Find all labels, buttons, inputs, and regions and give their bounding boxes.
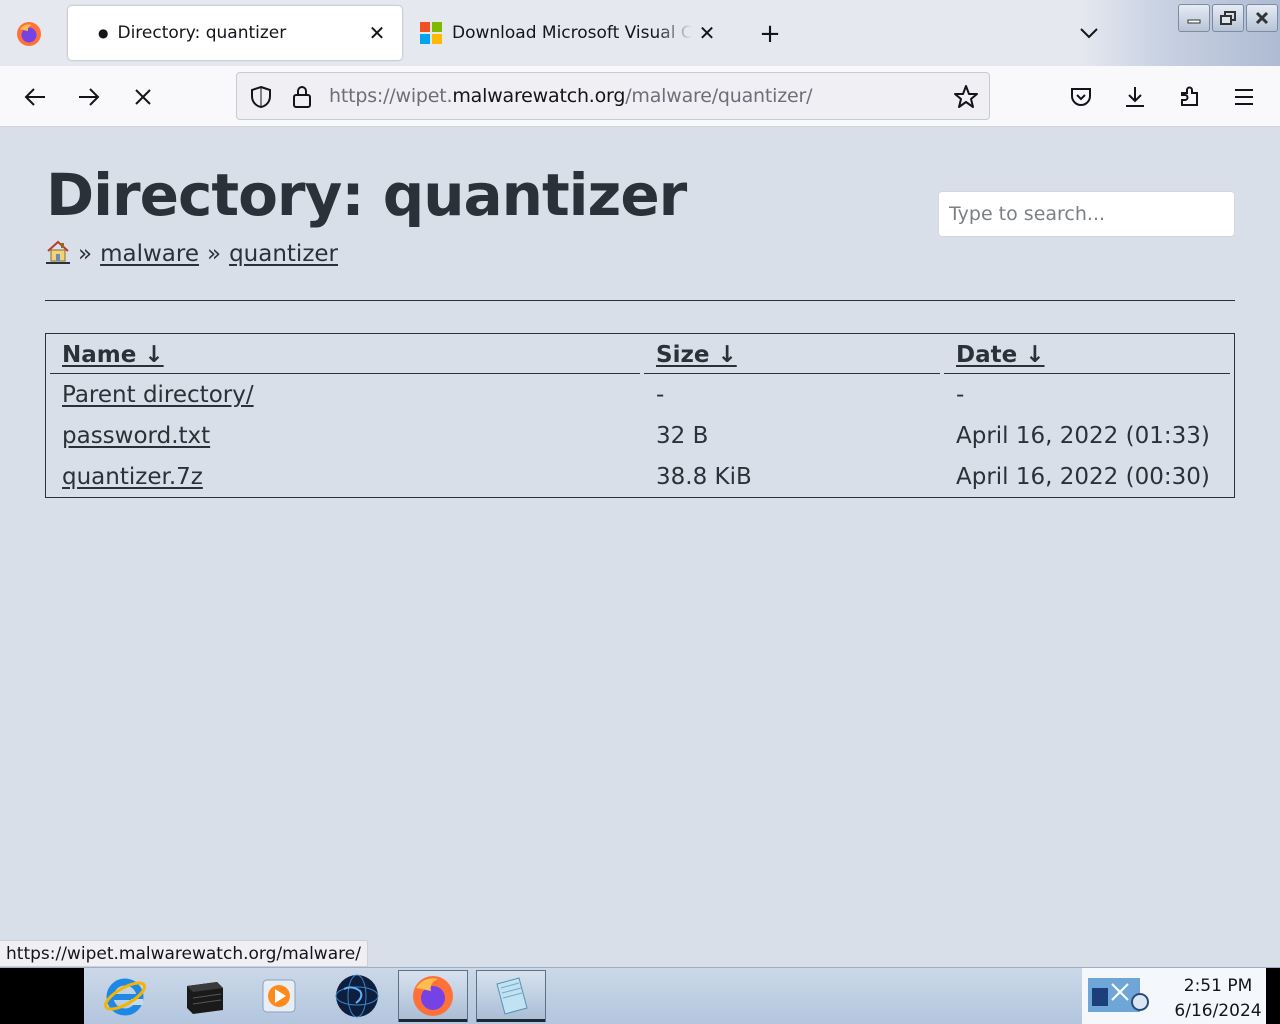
tab-bar: ● Directory: quantizer ✕ Download Micros… [0, 0, 1280, 66]
downloads-icon[interactable] [1118, 80, 1152, 114]
file-date: April 16, 2022 (01:33) [956, 422, 1210, 449]
file-cabinet-icon[interactable] [168, 970, 238, 1022]
navigation-toolbar: https://wipet.malwarewatch.org/malware/q… [0, 66, 1280, 127]
tab-title: Download Microsoft Visual C++ [452, 23, 692, 43]
clock-date: 6/16/2024 [1174, 1001, 1262, 1021]
media-player-icon[interactable] [244, 970, 314, 1022]
firefox-taskbar-icon[interactable] [398, 970, 468, 1022]
notepad-icon[interactable] [476, 970, 546, 1022]
address-bar[interactable]: https://wipet.malwarewatch.org/malware/q… [236, 72, 990, 120]
url-prefix: https://wipet. [329, 85, 453, 107]
pocket-icon[interactable] [1064, 80, 1098, 114]
link-status-bar: https://wipet.malwarewatch.org/malware/ [0, 940, 368, 967]
file-date: - [956, 381, 965, 408]
clock-time: 2:51 PM [1183, 976, 1253, 996]
back-arrow-icon[interactable] [18, 80, 52, 114]
firefox-icon[interactable] [14, 20, 44, 48]
breadcrumb-separator: » [206, 241, 222, 267]
shield-icon[interactable] [249, 85, 273, 113]
close-window-icon[interactable] [1246, 4, 1278, 32]
sort-by-size-link[interactable]: Size ↓ [656, 342, 737, 368]
breadcrumb-malware[interactable]: malware [100, 241, 199, 267]
restore-icon[interactable] [1212, 4, 1244, 32]
sort-by-date-link[interactable]: Date ↓ [956, 342, 1045, 368]
tab-title: Directory: quantizer [117, 23, 287, 43]
table-row: quantizer.7z 38.8 KiB April 16, 2022 (00… [50, 456, 1230, 497]
forward-arrow-icon[interactable] [72, 80, 106, 114]
file-link-quantizer-7z[interactable]: quantizer.7z [62, 464, 203, 490]
window-controls [1178, 4, 1278, 32]
breadcrumb-separator: » [78, 241, 93, 267]
file-link-parent-directory[interactable]: Parent directory/ [62, 382, 254, 408]
tab-close-icon[interactable]: ✕ [692, 18, 722, 48]
minimize-icon[interactable] [1178, 4, 1210, 32]
sort-by-name-link[interactable]: Name ↓ [62, 342, 164, 368]
tab-directory-quantizer[interactable]: ● Directory: quantizer ✕ [68, 6, 402, 60]
globe-icon[interactable] [322, 970, 392, 1022]
start-button[interactable] [0, 968, 84, 1024]
url-text[interactable]: https://wipet.malwarewatch.org/malware/q… [329, 85, 812, 107]
horizontal-divider [45, 300, 1235, 301]
table-row: password.txt 32 B April 16, 2022 (01:33) [50, 415, 1230, 456]
network-icon[interactable] [1088, 974, 1149, 1018]
page-title: Directory: quantizer [46, 161, 687, 229]
extensions-icon[interactable] [1173, 80, 1207, 114]
home-icon [46, 240, 70, 264]
page-content: Directory: quantizer » malware » quantiz… [0, 127, 1280, 967]
tab-close-icon[interactable]: ✕ [362, 18, 392, 48]
column-header-name: Name ↓ [50, 334, 640, 374]
lock-icon[interactable] [291, 85, 313, 113]
stop-loading-icon[interactable] [126, 80, 160, 114]
bookmark-star-icon[interactable] [953, 84, 979, 114]
table-row: Parent directory/ - - [50, 374, 1230, 415]
breadcrumb-quantizer[interactable]: quantizer [229, 241, 338, 267]
file-link-password-txt[interactable]: password.txt [62, 423, 210, 449]
show-desktop-button[interactable] [1266, 968, 1280, 1024]
system-tray: 2:51 PM 6/16/2024 [1082, 968, 1280, 1024]
hamburger-menu-icon[interactable] [1227, 80, 1261, 114]
url-path: /malware/quantizer/ [625, 85, 813, 107]
breadcrumb: » malware » quantizer [46, 240, 338, 268]
microsoft-logo-icon [420, 22, 442, 44]
tab-loading-dot: ● [98, 26, 109, 40]
file-size: 38.8 KiB [656, 463, 752, 490]
windows-taskbar: 2:51 PM 6/16/2024 [0, 967, 1280, 1024]
file-size: - [656, 381, 665, 408]
system-clock[interactable]: 2:51 PM 6/16/2024 [1168, 974, 1268, 1024]
file-date: April 16, 2022 (00:30) [956, 463, 1210, 490]
internet-explorer-icon[interactable] [90, 970, 160, 1022]
search-input[interactable] [938, 191, 1235, 237]
breadcrumb-home[interactable] [46, 240, 70, 268]
column-header-size: Size ↓ [644, 334, 940, 374]
column-header-date: Date ↓ [944, 334, 1230, 374]
file-size: 32 B [656, 422, 709, 449]
tab-visual-cpp-download[interactable]: Download Microsoft Visual C++ ✕ [412, 6, 732, 60]
table-header-row: Name ↓ Size ↓ Date ↓ [50, 334, 1230, 374]
url-host: malwarewatch.org [452, 85, 626, 107]
new-tab-icon[interactable]: + [752, 18, 788, 50]
file-listing-table: Name ↓ Size ↓ Date ↓ Parent directory/ -… [45, 333, 1235, 498]
chevron-down-icon[interactable] [1074, 18, 1104, 48]
